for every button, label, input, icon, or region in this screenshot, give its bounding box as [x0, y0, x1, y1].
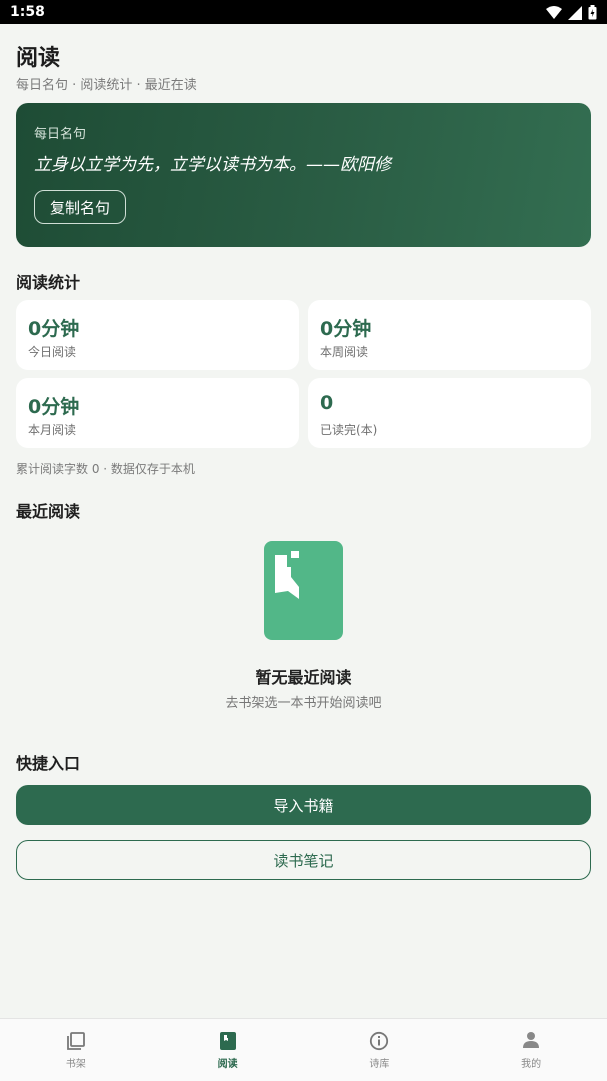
bottom-nav: 书架 阅读 诗库 我的	[0, 1018, 607, 1081]
page-subtitle: 每日名句 · 阅读统计 · 最近在读	[16, 78, 197, 93]
wifi-icon	[546, 5, 562, 19]
status-bar: 1:58	[0, 0, 607, 24]
reading-notes-button[interactable]: 读书笔记	[16, 840, 591, 880]
empty-state-subtitle: 去书架选一本书开始阅读吧	[225, 696, 382, 711]
status-icons	[546, 5, 597, 20]
stat-value: 0分钟	[28, 396, 80, 418]
quote-label: 每日名句	[34, 127, 87, 142]
status-time: 1:58	[10, 4, 45, 20]
stat-label: 本月阅读	[28, 423, 77, 437]
page-title: 阅读	[16, 46, 61, 71]
battery-icon	[588, 5, 597, 20]
info-icon	[370, 1031, 389, 1051]
stat-value: 0	[320, 392, 334, 414]
stats-note: 累计阅读字数 0 · 数据仅存于本机	[16, 462, 195, 476]
import-books-button[interactable]: 导入书籍	[16, 785, 591, 825]
nav-label: 诗库	[369, 1059, 390, 1070]
recent-section-title: 最近阅读	[16, 502, 81, 521]
stat-value: 0分钟	[28, 318, 80, 340]
quote-text: 立身以立学为先，立学以读书为本。——欧阳修	[34, 155, 391, 175]
stat-label: 今日阅读	[28, 345, 77, 359]
signal-icon	[568, 5, 582, 20]
stat-card-month: 0分钟 本月阅读	[16, 378, 299, 448]
daily-quote-card: 每日名句 立身以立学为先，立学以读书为本。——欧阳修 复制名句	[16, 103, 591, 247]
nav-item-reading[interactable]: 阅读	[152, 1019, 304, 1081]
bookshelf-icon	[66, 1032, 85, 1050]
nav-item-bookshelf[interactable]: 书架	[0, 1019, 152, 1081]
stat-value: 0分钟	[320, 318, 372, 340]
nav-item-poetry[interactable]: 诗库	[304, 1019, 456, 1081]
nav-label: 我的	[521, 1059, 542, 1070]
nav-label: 书架	[65, 1059, 86, 1070]
stats-section-title: 阅读统计	[16, 273, 81, 292]
nav-item-profile[interactable]: 我的	[455, 1019, 607, 1081]
copy-quote-button[interactable]: 复制名句	[34, 190, 126, 224]
nav-label: 阅读	[217, 1059, 238, 1070]
stat-card-today: 0分钟 今日阅读	[16, 300, 299, 370]
stat-label: 已读完(本)	[320, 423, 378, 437]
book-icon	[219, 1032, 236, 1050]
stat-card-finished: 0 已读完(本)	[308, 378, 591, 448]
person-icon	[523, 1032, 540, 1048]
empty-state-title: 暂无最近阅读	[255, 668, 352, 687]
stat-label: 本周阅读	[320, 345, 369, 359]
quick-section-title: 快捷入口	[16, 754, 81, 773]
stat-card-week: 0分钟 本周阅读	[308, 300, 591, 370]
empty-book-icon	[264, 541, 343, 640]
